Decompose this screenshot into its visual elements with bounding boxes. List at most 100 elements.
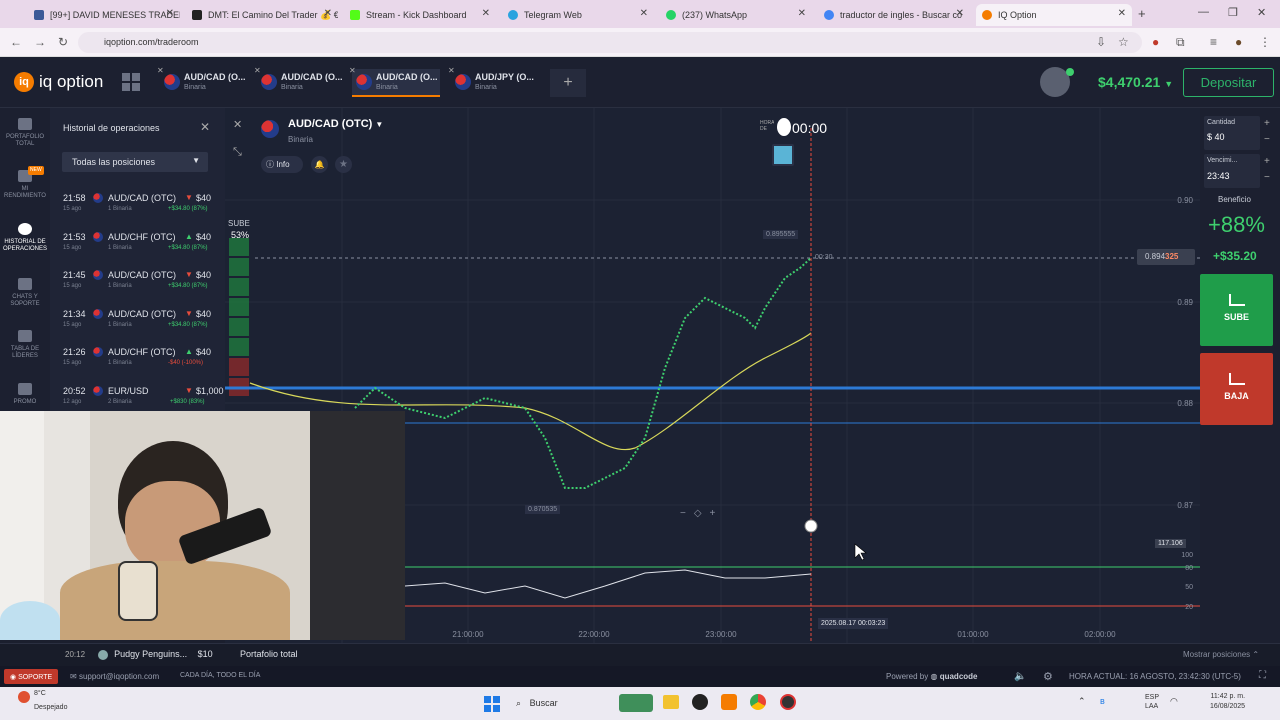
- nav-chat[interactable]: CHATS Y SOPORTE: [0, 278, 50, 308]
- trade-history-row[interactable]: 21:53 15 ago AUD/CHF (OTC) 1 Binaria ▲ $40 +$3…: [50, 227, 225, 265]
- iqoption-taskbar-icon[interactable]: [721, 694, 737, 710]
- positions-filter-dropdown[interactable]: Todas las posiciones ▼: [62, 152, 208, 172]
- asset-tab[interactable]: ✕ AUD/JPY (O... Binaria: [448, 66, 539, 97]
- trade-amount: $40: [196, 308, 212, 319]
- reload-icon[interactable]: ↻: [58, 35, 68, 49]
- extensions-puzzle-icon[interactable]: ⧉: [1176, 35, 1185, 50]
- amount-field[interactable]: Cantidad $ 40: [1204, 116, 1260, 150]
- tray-chevron-icon[interactable]: ⌃: [1078, 696, 1086, 707]
- weather-temp[interactable]: 8°C: [34, 690, 46, 697]
- close-tab-icon[interactable]: ✕: [324, 8, 332, 19]
- decrease-amount-button[interactable]: −: [1264, 134, 1270, 145]
- close-tab-icon[interactable]: ✕: [254, 66, 261, 75]
- extension-icon[interactable]: ●: [1152, 35, 1159, 49]
- asset-tab[interactable]: ✕ AUD/CAD (O... Binaria: [254, 66, 345, 97]
- trade-history-row[interactable]: 21:34 15 ago AUD/CAD (OTC) 1 Binaria ▼ $40 +$3…: [50, 304, 225, 342]
- portfolio-total-tab[interactable]: Portafolio total: [240, 649, 298, 659]
- back-icon[interactable]: ←: [10, 35, 22, 49]
- sube-button[interactable]: SUBE: [1200, 274, 1273, 346]
- last-trade-row[interactable]: 20:12 Pudgy Penguins... $10: [65, 649, 213, 660]
- close-tab-icon[interactable]: ✕: [956, 8, 964, 19]
- zoom-out-button[interactable]: −: [680, 508, 686, 522]
- minimize-button[interactable]: —: [1198, 6, 1209, 18]
- arrow-down-icon: ▼: [185, 308, 193, 318]
- trade-type: 1 Binaria: [108, 321, 132, 328]
- support-button[interactable]: ◉ SOPORTE: [4, 669, 59, 684]
- chrome-icon[interactable]: [750, 694, 766, 710]
- add-asset-button[interactable]: +: [550, 69, 586, 97]
- zoom-reset-button[interactable]: ◇: [694, 508, 702, 522]
- taskbar-search[interactable]: ⌕ Buscar: [510, 693, 610, 713]
- bell-icon[interactable]: 🔔: [311, 156, 328, 173]
- settings-gear-icon[interactable]: ⚙: [1043, 670, 1053, 683]
- close-tab-icon[interactable]: ✕: [640, 8, 648, 19]
- browser-tab[interactable]: traductor de ingles - Buscar co ✕: [818, 4, 970, 26]
- asset-selector[interactable]: AUD/CAD (OTC) ▼: [288, 118, 383, 130]
- browser-tab-active[interactable]: IQ Option ✕: [976, 4, 1132, 26]
- iqoption-icon: [982, 10, 992, 20]
- new-tab-button[interactable]: +: [1138, 6, 1146, 21]
- iqoption-logo[interactable]: iq iq option: [14, 72, 103, 92]
- balance[interactable]: $4,470.21 ▼: [1098, 74, 1173, 90]
- info-button[interactable]: ⓘ Info: [261, 156, 303, 173]
- browser-tab[interactable]: DMT: El Camino Del Trader 💰 € ✕: [186, 4, 338, 26]
- trade-marker[interactable]: [772, 144, 794, 166]
- obs-icon[interactable]: [780, 694, 796, 710]
- windows-start-icon[interactable]: [484, 696, 500, 712]
- browser-tab[interactable]: Stream - Kick Dashboard ✕: [344, 4, 496, 26]
- close-tab-icon[interactable]: ✕: [448, 66, 455, 75]
- nav-history[interactable]: HISTORIAL DE OPERACIONES: [0, 223, 50, 253]
- close-chart-icon[interactable]: ✕: [233, 118, 242, 131]
- close-tab-icon[interactable]: ✕: [798, 8, 806, 19]
- nav-portfolio[interactable]: PORTAFOLIO TOTAL: [0, 118, 50, 148]
- system-clock[interactable]: 11:42 p. m. 16/08/2025: [1210, 692, 1245, 712]
- grid-menu-icon[interactable]: [122, 73, 140, 91]
- language-indicator[interactable]: ESP LAA: [1145, 693, 1159, 711]
- maximize-button[interactable]: ❐: [1228, 6, 1238, 19]
- close-tab-icon[interactable]: ✕: [349, 66, 356, 75]
- support-email[interactable]: ✉ support@iqoption.com: [70, 672, 159, 681]
- close-tab-icon[interactable]: ✕: [482, 8, 490, 19]
- increase-expiry-button[interactable]: +: [1264, 156, 1270, 167]
- fullscreen-icon[interactable]: ⛶: [1259, 670, 1266, 681]
- chevron-down-icon: ▼: [1164, 79, 1174, 89]
- show-positions-button[interactable]: Mostrar posiciones ⌃: [1183, 650, 1259, 659]
- baja-button[interactable]: BAJA: [1200, 353, 1273, 425]
- browser-menu-icon[interactable]: ⋮: [1259, 35, 1271, 49]
- asset-tab[interactable]: ✕ AUD/CAD (O... Binaria: [157, 66, 248, 97]
- bookmark-star-icon[interactable]: ☆: [1118, 35, 1129, 49]
- app-icon[interactable]: [692, 694, 708, 710]
- close-tab-icon[interactable]: ✕: [166, 8, 174, 19]
- close-window-button[interactable]: ✕: [1257, 6, 1266, 19]
- wifi-icon[interactable]: ◠: [1170, 696, 1178, 707]
- browser-tab[interactable]: [99+] DAVID MENESES TRADER ✕: [28, 4, 180, 26]
- nav-performance[interactable]: MI RENDIMIENTO NEW: [0, 166, 50, 200]
- install-icon[interactable]: ⇩: [1096, 35, 1106, 49]
- bluetooth-icon[interactable]: ʙ: [1100, 696, 1105, 706]
- close-icon[interactable]: ✕: [200, 120, 210, 134]
- mute-icon[interactable]: 🔈: [1014, 671, 1026, 682]
- trade-history-row[interactable]: 21:45 15 ago AUD/CAD (OTC) 1 Binaria ▼ $40 +$3…: [50, 265, 225, 303]
- deposit-button[interactable]: Depositar: [1183, 68, 1274, 97]
- profile-avatar-icon[interactable]: ●: [1235, 35, 1242, 49]
- nav-promo[interactable]: PROMO: [0, 383, 50, 406]
- url-field[interactable]: iqoption.com/traderoom: [78, 32, 1142, 53]
- expiry-field[interactable]: Vencimi... 23:43: [1204, 154, 1260, 188]
- close-tab-icon[interactable]: ✕: [1118, 8, 1126, 19]
- file-explorer-icon[interactable]: [663, 695, 679, 709]
- star-icon[interactable]: ★: [335, 156, 352, 173]
- taskbar-widget-icon[interactable]: [619, 694, 653, 712]
- increase-amount-button[interactable]: +: [1264, 118, 1270, 129]
- browser-tab[interactable]: (237) WhatsApp ✕: [660, 4, 812, 26]
- collapse-icon[interactable]: ⤡: [233, 146, 242, 159]
- nav-leaderboard[interactable]: TABLA DE LÍDERES: [0, 330, 50, 360]
- close-tab-icon[interactable]: ✕: [157, 66, 164, 75]
- trade-history-row[interactable]: 21:58 15 ago AUD/CAD (OTC) 1 Binaria ▼ $40 +$3…: [50, 188, 225, 226]
- forward-icon[interactable]: →: [34, 35, 46, 49]
- browser-tab[interactable]: Telegram Web ✕: [502, 4, 654, 26]
- decrease-expiry-button[interactable]: −: [1264, 172, 1270, 183]
- media-icon[interactable]: ≡: [1210, 35, 1217, 49]
- asset-tab-active[interactable]: ✕ AUD/CAD (O... Binaria: [349, 66, 440, 97]
- trade-history-row[interactable]: 21:26 15 ago AUD/CHF (OTC) 1 Binaria ▲ $40 -$4…: [50, 342, 225, 380]
- zoom-in-button[interactable]: +: [710, 508, 716, 522]
